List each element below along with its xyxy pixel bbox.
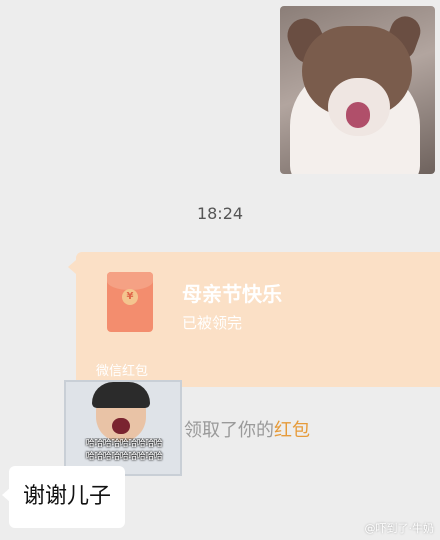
message-timestamp: 18:24 <box>196 204 244 223</box>
meme-mouth <box>112 418 130 434</box>
red-envelope-icon: ¥ <box>107 272 153 332</box>
rabbit-image-message[interactable] <box>280 6 435 174</box>
rabbit-mouth <box>346 102 370 128</box>
meme-sticker[interactable]: 哈哈哈哈哈哈哈哈哈 哈哈哈哈哈哈哈哈哈 <box>64 380 182 476</box>
red-packet-status: 已被领完 <box>182 314 243 332</box>
envelope-flap <box>107 272 153 290</box>
meme-caption-line: 哈哈哈哈哈哈哈哈哈 <box>85 439 163 449</box>
reply-message-bubble[interactable]: 谢谢儿子 <box>9 466 126 528</box>
red-packet-card[interactable]: ¥ 母亲节快乐 已被领完 微信红包 <box>76 252 440 387</box>
red-packet-label: 微信红包 <box>96 364 149 379</box>
red-packet-tail <box>68 260 76 274</box>
watermark: @吓到了·牛奶 <box>364 522 435 535</box>
meme-caption-line: 哈哈哈哈哈哈哈哈哈 <box>85 452 163 462</box>
red-packet-title: 母亲节快乐 <box>182 282 282 306</box>
notice-red-packet-link[interactable]: 红包 <box>274 420 310 441</box>
system-notice: 领取了你的红包 <box>184 416 310 442</box>
envelope-seal: ¥ <box>122 289 138 305</box>
meme-hair <box>92 382 150 408</box>
meme-caption: 哈哈哈哈哈哈哈哈哈 哈哈哈哈哈哈哈哈哈 <box>68 438 180 464</box>
notice-text: 领取了你的 <box>184 420 274 441</box>
